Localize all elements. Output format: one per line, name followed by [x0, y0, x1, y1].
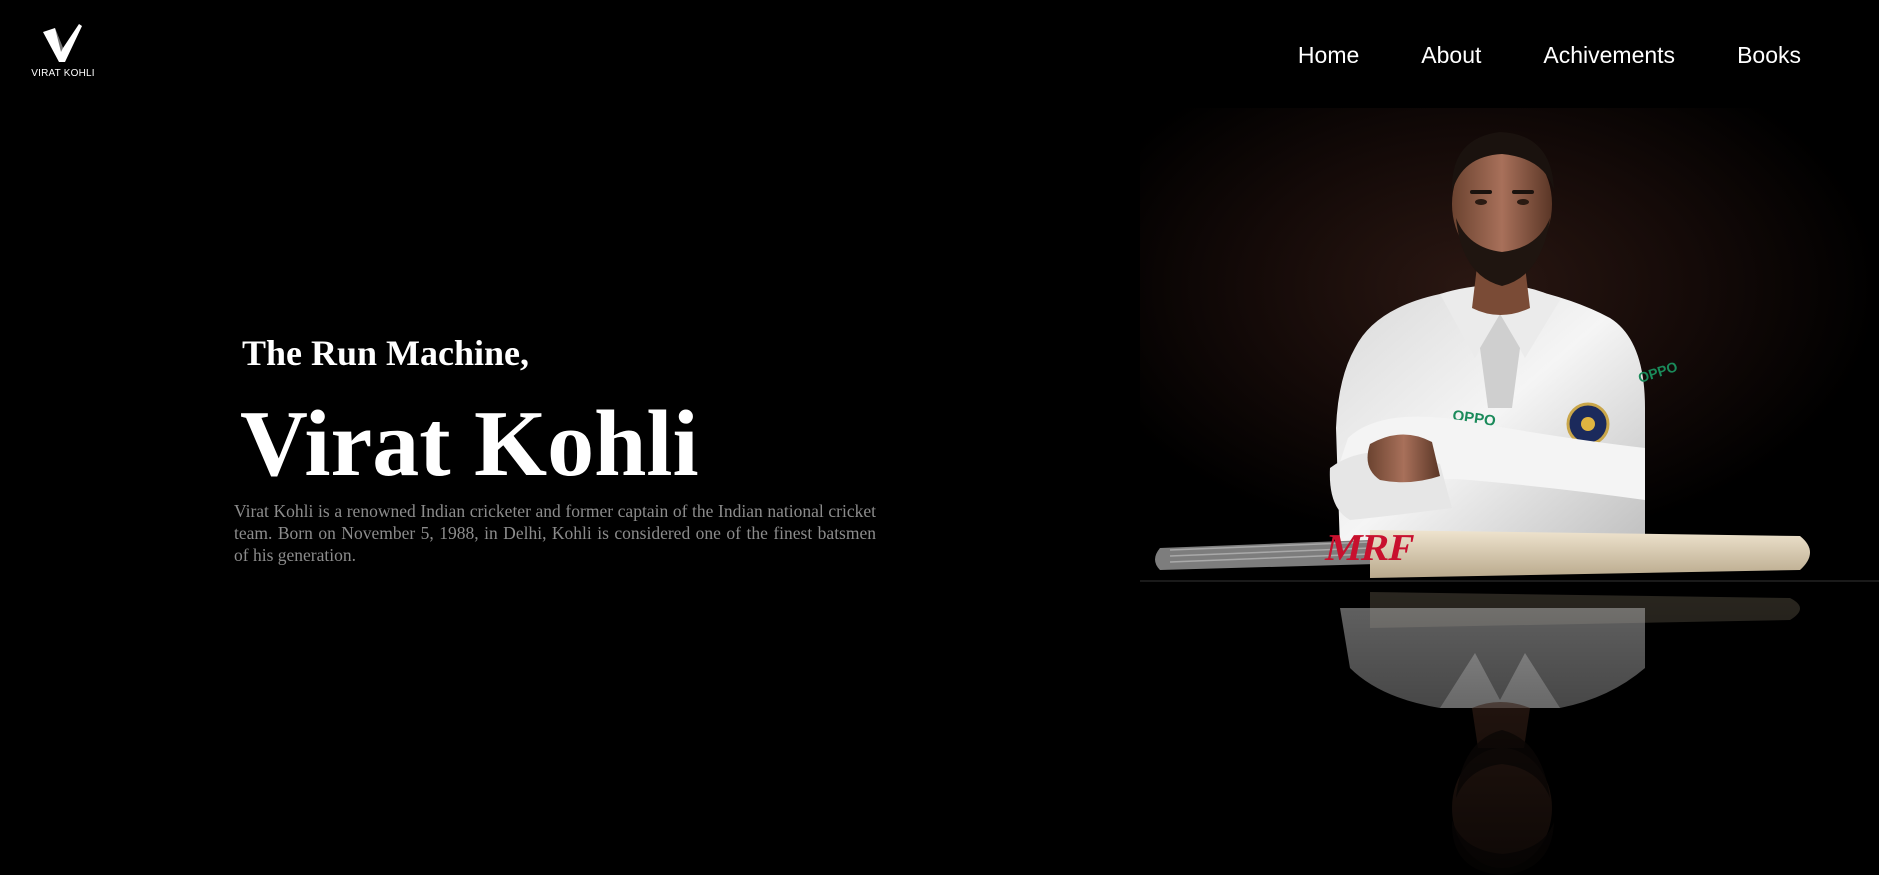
nav-books-link[interactable]: Books	[1737, 40, 1801, 70]
nav-achievements-link[interactable]: Achivements	[1543, 40, 1675, 70]
main-nav: Home About Achivements Books	[1298, 40, 1801, 70]
brand-logo[interactable]: VIRAT KOHLI	[22, 22, 104, 79]
nav-about-link[interactable]: About	[1421, 40, 1481, 70]
v-checkmark-logo-icon	[43, 24, 82, 62]
hero-description: Virat Kohli is a renowned Indian cricket…	[234, 501, 876, 565]
hero-name: Virat Kohli	[240, 392, 699, 496]
logo-text: VIRAT KOHLI	[31, 68, 95, 79]
hero-tagline: The Run Machine,	[242, 333, 530, 373]
hero-portrait-image: OPPO OPPO MRF	[1140, 108, 1879, 875]
bat-brand-text: MRF	[1322, 527, 1417, 569]
nav-home-link[interactable]: Home	[1298, 40, 1359, 70]
